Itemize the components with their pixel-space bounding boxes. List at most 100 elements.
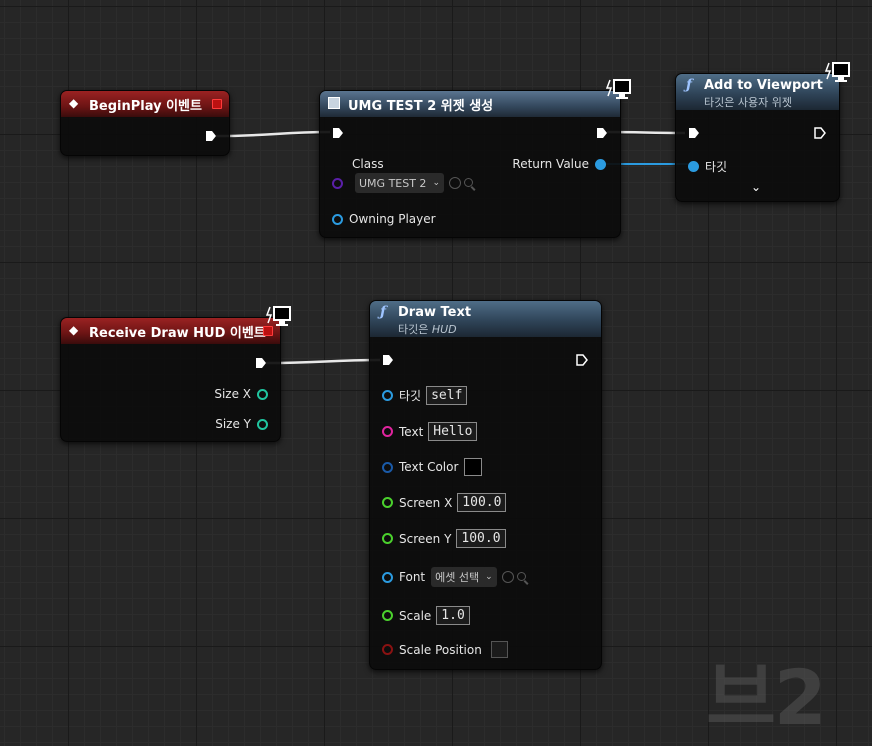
size-y-pin[interactable]: [257, 418, 268, 430]
draw-text-subtitle: 타깃은 HUD: [398, 321, 601, 337]
target-label: 타깃: [399, 389, 422, 403]
screen-y-field[interactable]: 100.0: [456, 529, 506, 548]
return-value-label: Return Value: [512, 157, 589, 171]
class-dropdown[interactable]: UMG TEST 2 ⌄: [355, 173, 444, 193]
begin-play-node[interactable]: ◆ BeginPlay 이벤트: [60, 90, 230, 156]
size-x-pin[interactable]: [257, 388, 268, 400]
create-widget-node[interactable]: UMG TEST 2 위젯 생성 Class UMG TEST 2 ⌄ Retu…: [319, 90, 621, 238]
size-y-label: Size Y: [215, 417, 251, 431]
return-value-pin[interactable]: [595, 158, 606, 170]
create-widget-title: UMG TEST 2 위젯 생성: [348, 99, 494, 114]
chevron-down-icon: ⌄: [485, 572, 493, 582]
create-widget-header[interactable]: UMG TEST 2 위젯 생성: [320, 91, 620, 117]
widget-icon: [328, 97, 340, 109]
scale-position-label: Scale Position: [399, 642, 482, 657]
draw-text-node[interactable]: ƒ Draw Text 타깃은 HUD 타깃 self Text Hello T…: [369, 300, 602, 670]
delegate-pin[interactable]: [212, 99, 222, 109]
exec-out-pin[interactable]: [205, 130, 217, 142]
screen-y-label: Screen Y: [399, 531, 452, 546]
exec-out-pin[interactable]: [255, 357, 267, 369]
owning-player-row[interactable]: Owning Player: [332, 212, 436, 226]
expand-chevron-icon[interactable]: ⌄: [751, 180, 761, 194]
class-pin-row[interactable]: UMG TEST 2 ⌄: [332, 173, 475, 193]
exec-in-pin[interactable]: [332, 127, 344, 139]
target-row[interactable]: 타깃: [688, 158, 727, 175]
function-icon: ƒ: [380, 304, 387, 320]
add-to-viewport-title: Add to Viewport: [704, 78, 823, 93]
scale-position-pin[interactable]: [382, 644, 393, 655]
owning-player-pin[interactable]: [332, 213, 343, 225]
font-label: Font: [399, 570, 426, 584]
font-dropdown[interactable]: 에셋 선택 ⌄: [431, 567, 497, 587]
text-color-label: Text Color: [399, 460, 459, 474]
scale-row[interactable]: Scale 1.0: [382, 606, 470, 625]
screen-x-field[interactable]: 100.0: [457, 493, 507, 512]
watermark: 브2: [706, 653, 827, 742]
add-to-viewport-header[interactable]: ƒ Add to Viewport 타깃은 사용자 위젯: [676, 74, 839, 110]
text-row[interactable]: Text Hello: [382, 422, 478, 441]
scale-label: Scale: [399, 608, 432, 623]
begin-play-header[interactable]: ◆ BeginPlay 이벤트: [61, 91, 229, 117]
exec-in-pin[interactable]: [688, 127, 700, 139]
class-label: Class: [352, 157, 384, 171]
scale-position-row[interactable]: Scale Position: [382, 641, 508, 658]
text-field[interactable]: Hello: [428, 422, 478, 441]
text-color-swatch[interactable]: [464, 458, 483, 476]
text-pin[interactable]: [382, 426, 393, 437]
exec-out-pin[interactable]: [814, 127, 826, 139]
target-pin[interactable]: [688, 161, 699, 172]
receive-draw-hud-header[interactable]: ◆ Receive Draw HUD 이벤트: [61, 318, 280, 344]
scale-field[interactable]: 1.0: [436, 606, 470, 625]
diamond-icon: ◆: [69, 96, 79, 110]
exec-in-pin[interactable]: [382, 354, 394, 366]
use-selected-icon[interactable]: [501, 571, 514, 583]
monitor-icon: [825, 62, 850, 82]
return-value-row[interactable]: Return Value: [512, 157, 606, 171]
function-icon: ƒ: [686, 77, 693, 93]
exec-out-pin[interactable]: [596, 127, 608, 139]
scale-position-checkbox[interactable]: [490, 641, 508, 658]
receive-draw-hud-title: Receive Draw HUD 이벤트: [89, 326, 266, 341]
class-dropdown-value: UMG TEST 2: [359, 176, 427, 190]
monitor-icon: [266, 306, 291, 326]
screen-x-row[interactable]: Screen X 100.0: [382, 493, 507, 512]
exec-wire-drawhud: [265, 358, 381, 365]
screen-y-pin[interactable]: [382, 533, 393, 544]
exec-wire-beginplay: [215, 130, 331, 138]
text-color-pin[interactable]: [382, 461, 393, 473]
search-icon[interactable]: [463, 177, 475, 189]
diamond-icon: ◆: [69, 323, 79, 337]
size-x-label: Size X: [214, 387, 251, 401]
size-x-row[interactable]: Size X: [214, 387, 268, 401]
text-color-row[interactable]: Text Color: [382, 458, 483, 476]
size-y-row[interactable]: Size Y: [215, 417, 268, 431]
owning-player-label: Owning Player: [349, 212, 436, 226]
target-pin[interactable]: [382, 390, 393, 401]
font-row[interactable]: Font 에셋 선택 ⌄: [382, 567, 528, 587]
scale-pin[interactable]: [382, 610, 393, 621]
use-selected-icon[interactable]: [448, 177, 461, 189]
text-label: Text: [399, 424, 424, 439]
class-pin[interactable]: [332, 177, 343, 189]
draw-text-title: Draw Text: [398, 305, 472, 320]
draw-text-header[interactable]: ƒ Draw Text 타깃은 HUD: [370, 301, 601, 337]
target-field[interactable]: self: [426, 386, 468, 405]
screen-x-pin[interactable]: [382, 497, 393, 508]
class-label-row: Class: [352, 157, 384, 171]
draw-text-subtitle-target: HUD: [431, 323, 457, 336]
font-dropdown-value: 에셋 선택: [435, 571, 480, 584]
search-icon[interactable]: [516, 571, 528, 583]
screen-x-label: Screen X: [399, 495, 453, 510]
draw-text-subtitle-prefix: 타깃은: [398, 323, 432, 336]
target-label: 타깃: [705, 160, 728, 174]
screen-y-row[interactable]: Screen Y 100.0: [382, 529, 506, 548]
monitor-icon: [606, 79, 631, 99]
chevron-down-icon: ⌄: [432, 178, 440, 188]
begin-play-title: BeginPlay 이벤트: [89, 99, 202, 114]
add-to-viewport-node[interactable]: ƒ Add to Viewport 타깃은 사용자 위젯 타깃 ⌄: [675, 73, 840, 202]
add-to-viewport-subtitle: 타깃은 사용자 위젯: [704, 96, 792, 109]
target-row[interactable]: 타깃 self: [382, 386, 468, 405]
font-pin[interactable]: [382, 571, 393, 583]
receive-draw-hud-node[interactable]: ◆ Receive Draw HUD 이벤트 Size X Size Y: [60, 317, 281, 442]
exec-out-pin[interactable]: [576, 354, 588, 366]
